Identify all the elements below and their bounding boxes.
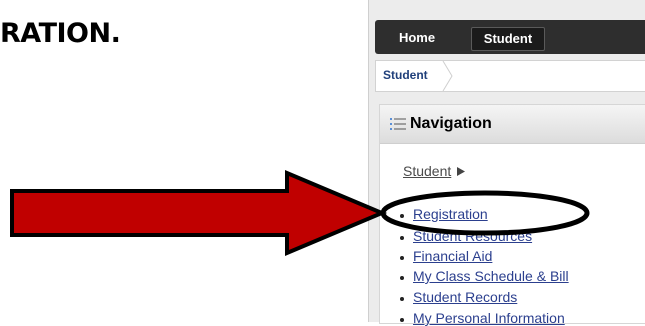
navigation-title: Navigation xyxy=(410,115,492,132)
list-bullet xyxy=(400,318,404,322)
list-bullet xyxy=(400,276,404,280)
breadcrumb-separator-icon xyxy=(442,61,453,91)
nav-link-financial-aid[interactable]: Financial Aid xyxy=(413,248,492,264)
tab-home[interactable]: Home xyxy=(389,27,445,49)
breadcrumb-student[interactable]: Student xyxy=(383,68,428,82)
play-triangle-icon xyxy=(457,167,465,176)
page-heading-fragment: RATION. xyxy=(0,18,121,49)
nav-link-student-records[interactable]: Student Records xyxy=(413,289,517,305)
student-section-link[interactable]: Student xyxy=(403,163,451,179)
list-icon xyxy=(390,118,406,130)
tab-student[interactable]: Student xyxy=(471,27,545,51)
nav-link-registration[interactable]: Registration xyxy=(413,206,488,222)
student-portal-screenshot: Home Student Student Navigation Student … xyxy=(368,0,645,326)
list-bullet xyxy=(400,256,404,260)
list-bullet xyxy=(400,236,404,240)
pointer-arrow-icon xyxy=(10,169,388,257)
top-nav-bar: Home Student xyxy=(375,20,645,54)
navigation-header: Navigation xyxy=(380,105,645,144)
nav-link-student-resources[interactable]: Student Resources xyxy=(413,228,532,244)
nav-link-class-schedule[interactable]: My Class Schedule & Bill xyxy=(413,268,569,284)
breadcrumb: Student xyxy=(375,60,645,92)
nav-link-personal-information[interactable]: My Personal Information xyxy=(413,310,565,326)
list-bullet xyxy=(400,297,404,301)
list-bullet xyxy=(400,214,404,218)
